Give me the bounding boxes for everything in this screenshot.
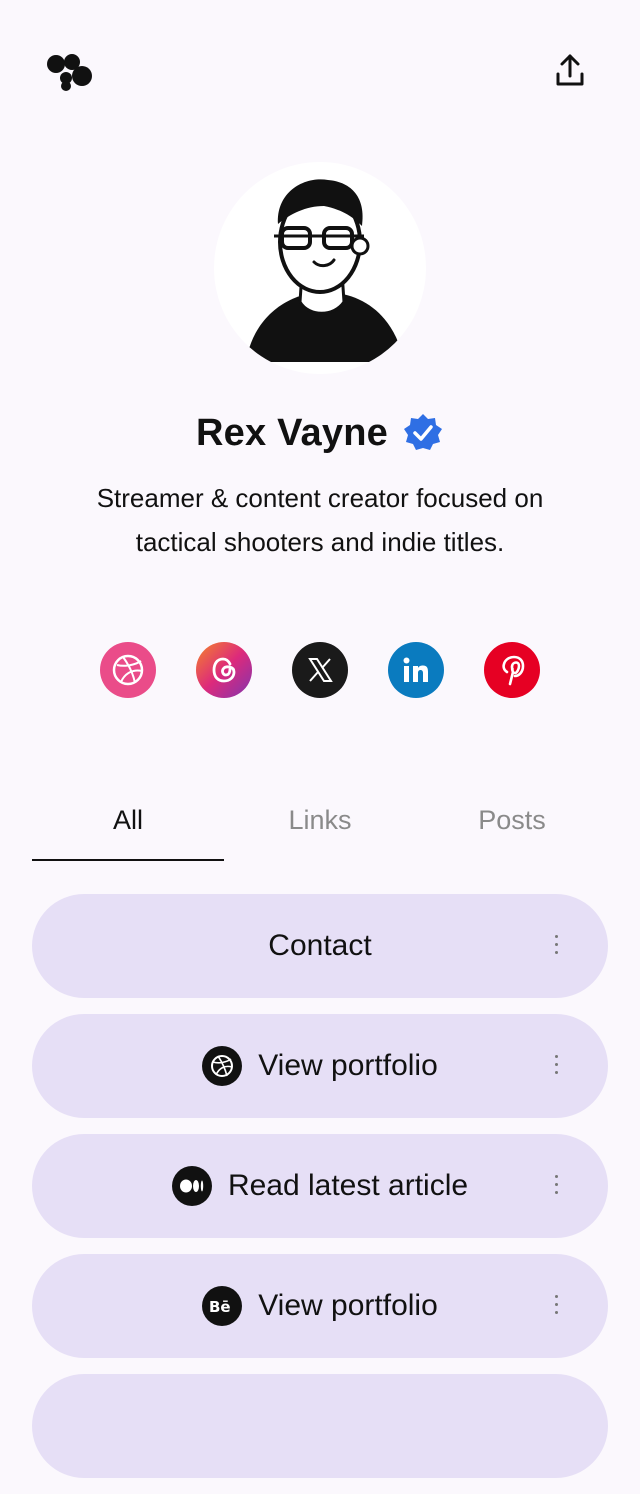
view-portfolio-dribbble-button[interactable]: View portfolio	[32, 1014, 608, 1118]
contact-button[interactable]: Contact	[32, 894, 608, 998]
read-latest-article-button[interactable]: Read latest article	[32, 1134, 608, 1238]
brand-logo-icon[interactable]	[44, 50, 96, 92]
tab-all[interactable]: All	[32, 790, 224, 862]
card-label: Read latest article	[227, 1169, 469, 1202]
social-links	[0, 642, 640, 698]
more-options-icon[interactable]	[544, 932, 568, 960]
tab-links[interactable]: Links	[224, 790, 416, 862]
pinterest-icon[interactable]	[484, 642, 540, 698]
profile-name: Rex Vayne	[196, 411, 388, 454]
view-portfolio-behance-button[interactable]: Bē View portfolio	[32, 1254, 608, 1358]
behance-icon: Bē	[202, 1286, 243, 1326]
svg-text:Bē: Bē	[209, 1298, 231, 1316]
card-label: View portfolio	[258, 1049, 438, 1082]
link-list: Contact View portfolio Read latest artic…	[32, 894, 608, 1494]
avatar	[214, 162, 426, 374]
x-icon[interactable]	[292, 642, 348, 698]
card-label: View portfolio	[258, 1289, 438, 1322]
dribbble-icon[interactable]	[100, 642, 156, 698]
profile-bio: Streamer & content creator focused on ta…	[96, 483, 544, 557]
card-label: Contact	[268, 929, 372, 962]
linkedin-icon[interactable]	[388, 642, 444, 698]
more-options-icon[interactable]	[544, 1172, 568, 1200]
more-options-icon[interactable]	[544, 1052, 568, 1080]
profile-header: Rex Vayne	[0, 408, 640, 458]
avatar-illustration	[246, 179, 404, 362]
top-bar	[0, 0, 640, 140]
dribbble-icon	[202, 1046, 243, 1086]
tab-posts[interactable]: Posts	[416, 790, 608, 862]
share-icon[interactable]	[550, 50, 590, 90]
more-options-icon[interactable]	[544, 1292, 568, 1320]
content-tabs: All Links Posts	[32, 790, 608, 862]
verified-badge-icon	[403, 414, 442, 450]
next-link-card[interactable]	[32, 1374, 608, 1478]
threads-icon[interactable]	[196, 642, 252, 698]
medium-icon	[171, 1166, 212, 1206]
